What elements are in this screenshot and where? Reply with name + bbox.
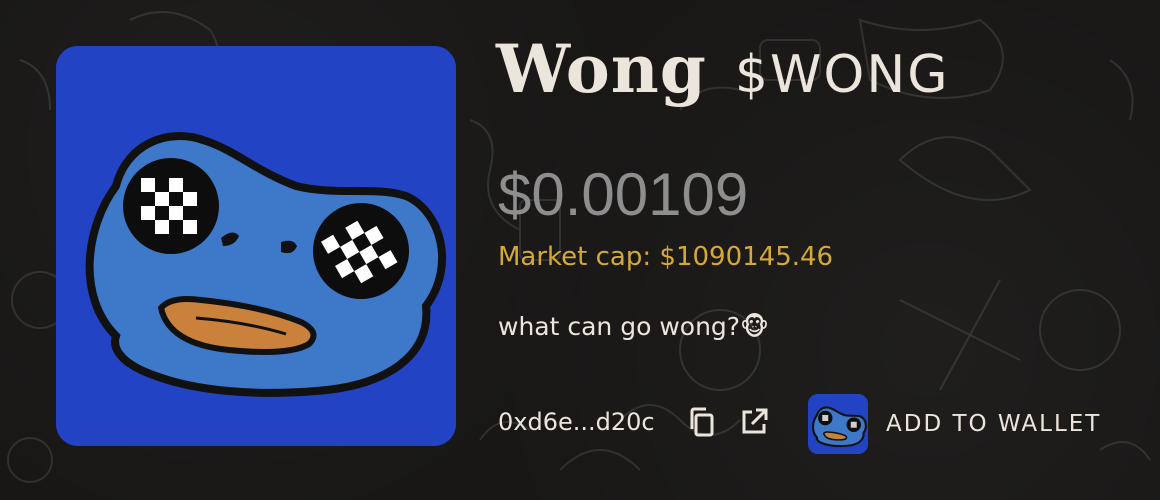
token-price: $0.00109: [498, 161, 749, 228]
add-to-wallet-button[interactable]: ADD TO WALLET: [808, 394, 1101, 454]
open-explorer-button[interactable]: [738, 406, 770, 438]
token-name: Wong: [496, 30, 707, 108]
token-tagline: what can go wong?🐵: [498, 312, 769, 341]
token-logo-small: [808, 394, 868, 454]
frog-face-icon: [808, 394, 868, 454]
contract-address[interactable]: 0xd6e...d20c: [498, 408, 655, 436]
add-to-wallet-label: ADD TO WALLET: [886, 411, 1102, 437]
token-page: Wong $WONG $0.00109 Market cap: $1090145…: [0, 0, 1160, 500]
market-cap: Market cap: $1090145.46: [498, 242, 834, 272]
token-ticker: $WONG: [734, 45, 950, 105]
copy-address-button[interactable]: [686, 406, 718, 438]
frog-face-icon: [56, 46, 456, 446]
title-row: Wong $WONG: [496, 30, 950, 120]
token-actions-row: 0xd6e...d20c ADD TO WALLET: [496, 394, 1136, 454]
external-link-icon: [742, 408, 768, 434]
token-image: [56, 46, 456, 446]
token-info: Wong $WONG $0.00109 Market cap: $1090145…: [496, 30, 1136, 470]
copy-icon: [690, 407, 714, 437]
